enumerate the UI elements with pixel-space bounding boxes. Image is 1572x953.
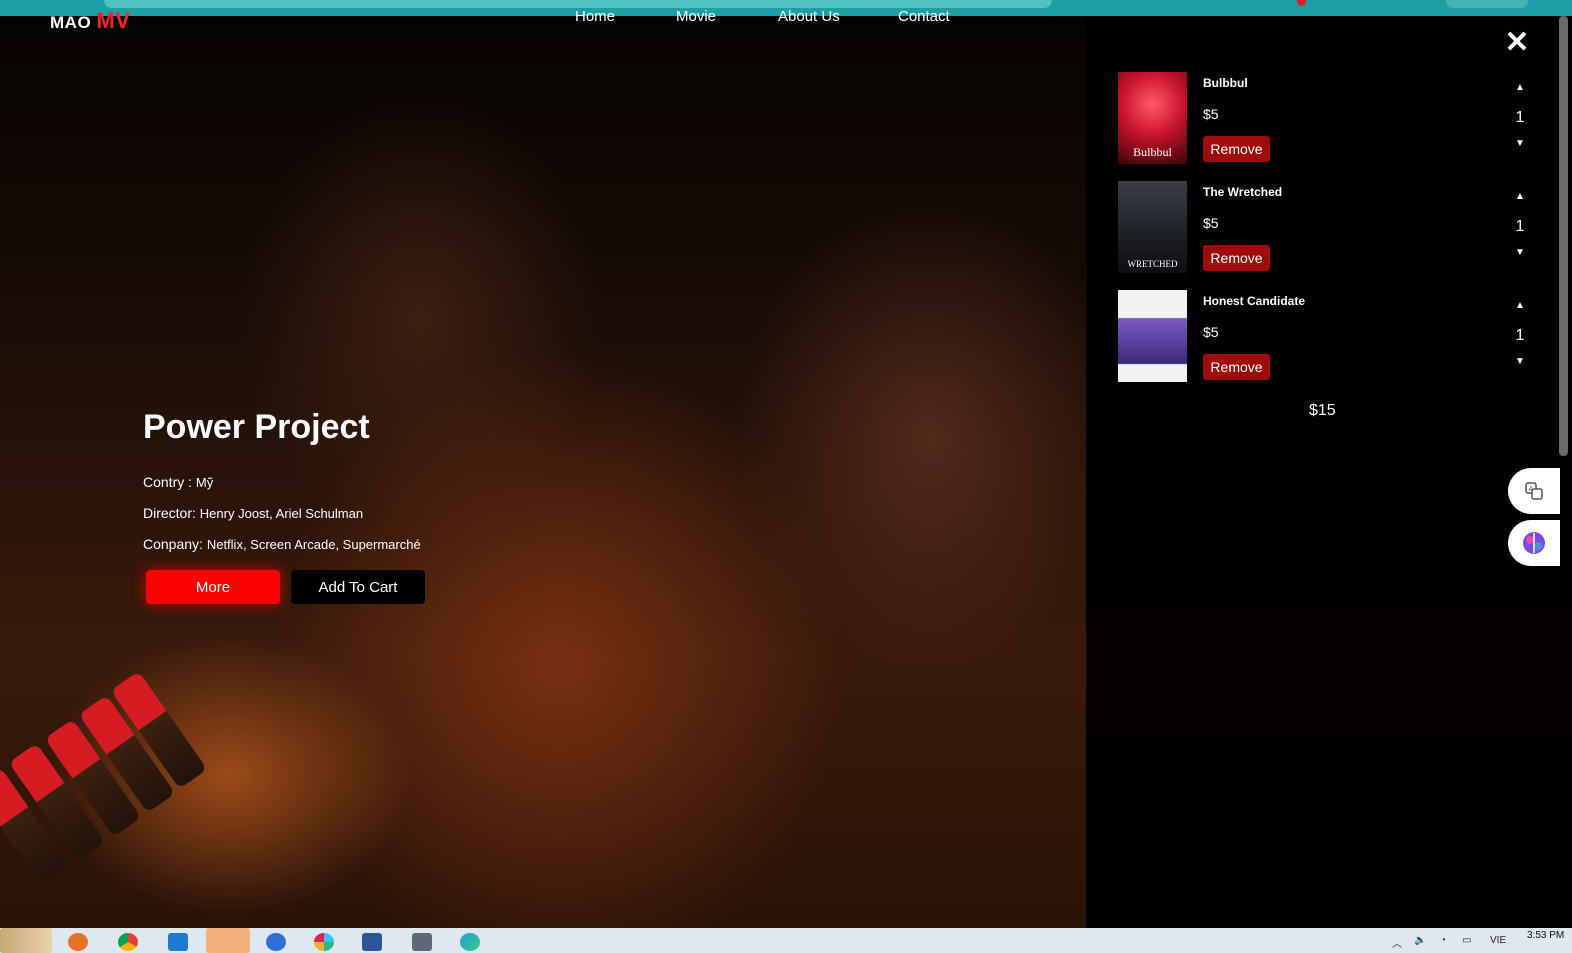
country-value: Mỹ [195,475,214,490]
cart-item-qty: 1 [1515,327,1525,344]
svg-text:A: A [1529,485,1534,493]
calculator-icon[interactable] [412,933,432,951]
cart-item-price: $5 [1203,215,1219,231]
country-label: Contry : [143,474,196,490]
cart-item-qty: 1 [1515,109,1525,126]
cart-item-price: $5 [1203,106,1219,122]
firefox-icon[interactable] [68,933,88,951]
company-label: Conpany: [143,536,207,552]
poster-title: Bulbbul [1133,145,1172,159]
logo-prefix: MAO [50,13,92,32]
director-value: Henry Joost, Ariel Schulman [199,506,364,521]
add-to-cart-button[interactable]: Add To Cart [291,570,425,604]
translate-widget-button[interactable]: A [1508,468,1560,514]
cart-item: Honest Candidate $5 Remove ▲ 1 ▼ [1118,290,1538,386]
shotgun-shells-image [0,656,230,916]
cart-item-name: Bulbbul [1203,76,1248,90]
movie-country: Contry : Mỹ [143,474,213,490]
windows-taskbar: ︿ 🔈 ◔ ▭ VIE 3:53 PM [0,928,1572,953]
ai-assistant-widget-button[interactable] [1508,520,1560,566]
movie-company: Conpany: Netflix, Screen Arcade, Superma… [143,536,421,552]
poster-title: WRETCHED [1127,259,1178,269]
close-icon[interactable]: ✕ [1504,28,1530,58]
vscode-icon[interactable] [168,933,188,951]
caret-up-icon[interactable]: ▲ [1512,82,1528,94]
brain-icon [1523,532,1545,554]
caret-down-icon[interactable]: ▼ [1512,138,1528,150]
page-scrollbar[interactable] [1559,16,1568,456]
chrome-icon[interactable] [118,933,138,951]
nav-about-us[interactable]: About Us [778,8,840,25]
nav-movie[interactable]: Movie [676,8,716,25]
taskbar-clock[interactable]: 3:53 PM [1527,930,1564,941]
nav-home[interactable]: Home [575,8,615,25]
site-logo[interactable]: MAO MV [50,8,130,34]
cart-item: Bulbbul Bulbbul $5 Remove ▲ 1 ▼ [1118,72,1538,168]
director-label: Director: [143,505,200,521]
battery-icon[interactable]: ▭ [1462,935,1471,946]
browser-profile-pill[interactable] [1446,0,1528,8]
cart-total: $15 [1309,402,1336,419]
cart-item-price: $5 [1203,324,1219,340]
movie-title: Power Project [143,408,370,446]
translate-icon: A [1525,482,1543,500]
poster-image: WRETCHED [1118,181,1187,273]
logo-mark: MV [96,8,131,33]
teams-icon[interactable] [206,928,250,953]
zalo-icon[interactable] [266,933,286,951]
movie-director: Director: Henry Joost, Ariel Schulman [143,505,363,521]
tray-chevron-icon[interactable]: ︿ [1392,935,1402,950]
company-value: Netflix, Screen Arcade, Supermarché [206,537,421,552]
remove-button[interactable]: Remove [1203,136,1270,162]
poster-image: Bulbbul [1118,72,1187,164]
speaker-icon[interactable]: 🔈 [1414,935,1426,946]
caret-down-icon[interactable]: ▼ [1512,356,1528,368]
nav-contact[interactable]: Contact [898,8,950,25]
remove-button[interactable]: Remove [1203,354,1270,380]
wifi-icon[interactable]: ◔ [1440,935,1446,946]
poster-image [1118,290,1187,382]
cart-item-qty: 1 [1515,218,1525,235]
caret-up-icon[interactable]: ▲ [1512,300,1528,312]
notification-badge [1297,0,1306,6]
address-bar[interactable] [104,0,1052,8]
caret-down-icon[interactable]: ▼ [1512,247,1528,259]
cart-item-name: The Wretched [1203,185,1283,199]
slack-icon[interactable] [314,933,334,951]
start-area-icon[interactable] [0,928,52,953]
input-language[interactable]: VIE [1490,935,1506,946]
cart-item: WRETCHED The Wretched $5 Remove ▲ 1 ▼ [1118,181,1538,277]
word-icon[interactable] [362,933,382,951]
remove-button[interactable]: Remove [1203,245,1270,271]
edge-icon[interactable] [460,933,480,951]
more-button[interactable]: More [146,570,280,604]
caret-up-icon[interactable]: ▲ [1512,191,1528,203]
cart-item-name: Honest Candidate [1203,294,1306,308]
